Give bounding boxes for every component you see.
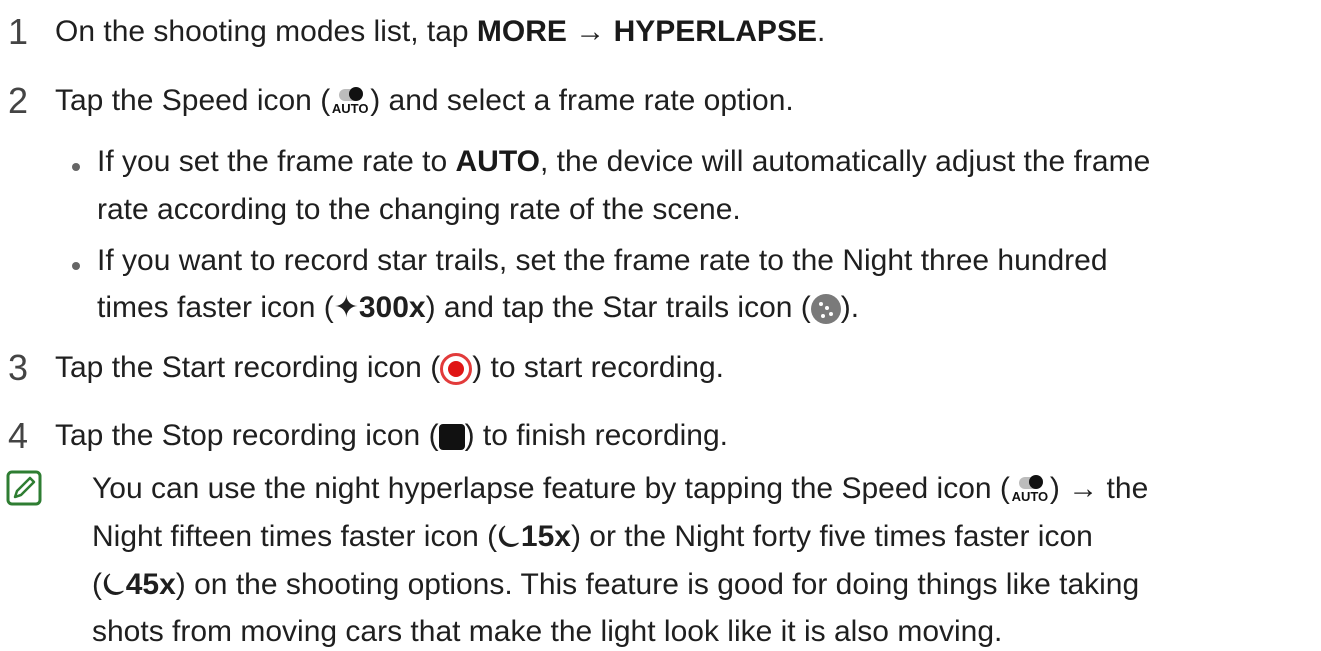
note-text: ( — [92, 568, 102, 601]
step-text-part: On the shooting modes list, tap — [55, 15, 477, 48]
note-line-2: Night fifteen times faster icon (⏾15x) o… — [92, 519, 1093, 555]
bullet-2-line-2: times faster icon (✦300x) and tap the St… — [97, 290, 859, 326]
step-text-part: ) to finish recording. — [464, 419, 729, 452]
bullet-text: ). — [840, 291, 860, 324]
bullet-dot — [72, 163, 80, 171]
note-text: You can use the night hyperlapse feature… — [92, 472, 1010, 505]
auto-label: AUTO — [455, 145, 540, 178]
note-line-4: shots from moving cars that make the lig… — [92, 615, 1003, 648]
night-15x-icon: ⏾15x — [497, 520, 571, 553]
step-text-part: ) and select a frame rate option. — [370, 84, 794, 117]
bullet-text: , the device will automatically adjust t… — [539, 145, 1151, 178]
note-line-1: You can use the night hyperlapse feature… — [92, 471, 1148, 507]
arrow-separator: → — [566, 15, 614, 48]
step-text: On the shooting modes list, tap MORE → H… — [55, 14, 825, 50]
note-text: ) → the — [1049, 472, 1149, 505]
bullet-dot — [72, 262, 80, 270]
speed-icon: AUTO — [1011, 473, 1049, 507]
step-number: 4 — [8, 415, 29, 456]
night-45x-icon: ⏾45x — [102, 568, 176, 601]
note-icon — [6, 470, 42, 506]
bullet-1-line-2: rate according to the changing rate of t… — [97, 193, 741, 226]
more-label: MORE — [476, 15, 567, 48]
star-trails-icon — [810, 294, 841, 325]
hyperlapse-label: HYPERLAPSE — [613, 15, 817, 48]
bullet-text: ) and tap the Star trails icon ( — [425, 291, 811, 324]
step-text-part: Tap the Start recording icon ( — [55, 351, 441, 384]
bullet-text: If you set the frame rate to — [97, 145, 456, 178]
step-text-part: ) to start recording. — [472, 351, 724, 384]
step-text: Tap the Stop recording icon ( ) to finish… — [55, 418, 728, 454]
step-number: 1 — [8, 11, 29, 52]
step-text-part: . — [816, 15, 826, 48]
step-text: Tap the Speed icon (AUTO) and select a f… — [55, 83, 794, 119]
stop-recording-icon — [438, 424, 465, 451]
bullet-1-line-1: If you set the frame rate to AUTO, the d… — [97, 144, 1150, 180]
bullet-text: times faster icon ( — [97, 291, 334, 324]
note-text: ) on the shooting options. This feature … — [175, 568, 1140, 601]
step-text: Tap the Start recording icon ( ) to start… — [55, 350, 724, 386]
note-text: ) or the Night forty five times faster i… — [570, 520, 1093, 553]
bullet-2-line-1: If you want to record star trails, set t… — [97, 244, 1108, 277]
step-text-part: Tap the Speed icon ( — [55, 84, 331, 117]
step-number: 3 — [8, 347, 29, 388]
speed-icon: AUTO — [331, 85, 369, 119]
step-text-part: Tap the Stop recording icon ( — [55, 419, 439, 452]
note-line-3: (⏾45x) on the shooting options. This fea… — [92, 567, 1139, 603]
start-recording-icon — [440, 353, 473, 386]
instruction-page: 1 On the shooting modes list, tap MORE →… — [0, 0, 1321, 651]
night-300x-icon: ✦300x — [333, 291, 426, 324]
step-number: 2 — [8, 80, 29, 121]
note-text: Night fifteen times faster icon ( — [92, 520, 498, 553]
